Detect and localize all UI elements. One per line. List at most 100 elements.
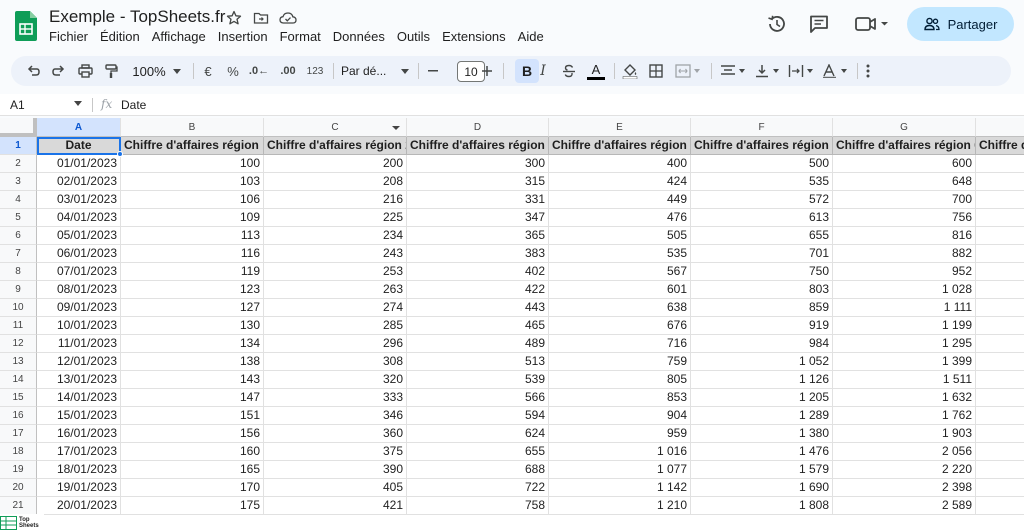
table-cell[interactable]: 952 [833,263,976,281]
table-cell[interactable]: 1 210 [549,497,691,515]
table-cell[interactable]: 505 [549,227,691,245]
column-header-e[interactable]: E [549,118,691,137]
table-cell[interactable]: 2 056 [833,443,976,461]
table-cell[interactable]: 1 289 [691,407,833,425]
table-cell[interactable]: 1 205 [691,389,833,407]
number-format-button[interactable]: 123 [304,56,326,86]
table-cell[interactable]: 16/01/2023 [37,425,121,443]
table-cell[interactable]: 1 579 [691,461,833,479]
table-cell[interactable]: 123 [121,281,264,299]
column-filter-dropdown-icon[interactable] [392,126,400,130]
table-cell[interactable]: 360 [264,425,407,443]
table-cell[interactable]: 143 [121,371,264,389]
table-cell[interactable]: 904 [549,407,691,425]
table-cell[interactable] [976,173,1024,191]
move-to-folder-icon[interactable] [251,8,271,28]
table-cell[interactable]: 676 [549,317,691,335]
table-header-cell[interactable]: Chiffre d'affaires région 6 [833,137,976,155]
name-box-dropdown-icon[interactable] [74,101,82,106]
comment-icon[interactable] [807,12,831,36]
table-cell[interactable] [976,155,1024,173]
table-cell[interactable]: 716 [549,335,691,353]
table-cell[interactable]: 134 [121,335,264,353]
table-cell[interactable]: 648 [833,173,976,191]
table-cell[interactable]: 151 [121,407,264,425]
row-header[interactable]: 16 [0,407,37,425]
table-header-cell[interactable]: Chiffre d'affaires région 2 [264,137,407,155]
table-cell[interactable]: 1 903 [833,425,976,443]
vertical-align-icon[interactable] [751,56,783,86]
row-header[interactable]: 7 [0,245,37,263]
more-options-icon[interactable] [861,56,875,86]
column-header-b[interactable]: B [121,118,264,137]
table-cell[interactable]: 109 [121,209,264,227]
table-header-cell[interactable]: Chiffre d'affaires région 1 [121,137,264,155]
table-cell[interactable]: 113 [121,227,264,245]
table-cell[interactable]: 701 [691,245,833,263]
table-cell[interactable]: 400 [549,155,691,173]
table-cell[interactable]: 02/01/2023 [37,173,121,191]
star-icon[interactable] [224,8,244,28]
table-cell[interactable]: 216 [264,191,407,209]
menu-extensions[interactable]: Extensions [436,29,512,45]
table-cell[interactable]: 18/01/2023 [37,461,121,479]
print-icon[interactable] [75,56,95,86]
font-family-select[interactable]: Par dé... [341,56,399,86]
row-header[interactable]: 1 [0,137,37,155]
table-cell[interactable]: 11/01/2023 [37,335,121,353]
table-cell[interactable]: 320 [264,371,407,389]
row-header[interactable]: 14 [0,371,37,389]
table-header-cell[interactable]: Date [37,137,121,155]
percent-format-button[interactable]: % [224,56,242,86]
table-cell[interactable]: 405 [264,479,407,497]
merge-cells-icon[interactable] [672,56,704,86]
row-header[interactable]: 19 [0,461,37,479]
table-cell[interactable] [976,209,1024,227]
menu-edition[interactable]: Édition [94,29,146,45]
table-cell[interactable] [976,443,1024,461]
table-cell[interactable]: 1 052 [691,353,833,371]
table-cell[interactable]: 285 [264,317,407,335]
table-cell[interactable]: 03/01/2023 [37,191,121,209]
table-header-cell[interactable]: Chiffre d [976,137,1024,155]
table-cell[interactable]: 859 [691,299,833,317]
row-header[interactable]: 15 [0,389,37,407]
text-color-button[interactable]: A [585,56,607,86]
table-cell[interactable]: 1 199 [833,317,976,335]
table-cell[interactable]: 208 [264,173,407,191]
select-all-corner[interactable] [0,118,37,137]
column-header-g[interactable]: G [833,118,976,137]
share-button[interactable]: Partager [907,7,1014,41]
table-cell[interactable]: 1 632 [833,389,976,407]
table-cell[interactable]: 1 077 [549,461,691,479]
table-cell[interactable]: 12/01/2023 [37,353,121,371]
selection-fill-handle[interactable] [117,151,123,157]
increase-decimal-button[interactable]: .00 [276,56,300,86]
table-cell[interactable]: 572 [691,191,833,209]
table-cell[interactable]: 566 [407,389,549,407]
table-cell[interactable]: 09/01/2023 [37,299,121,317]
increase-font-size-button[interactable] [479,56,495,86]
table-cell[interactable]: 1 126 [691,371,833,389]
table-cell[interactable]: 130 [121,317,264,335]
table-cell[interactable] [976,407,1024,425]
table-cell[interactable]: 1 511 [833,371,976,389]
name-box[interactable]: A1 [10,98,25,112]
table-cell[interactable]: 756 [833,209,976,227]
table-cell[interactable]: 2 220 [833,461,976,479]
table-cell[interactable]: 535 [691,173,833,191]
table-cell[interactable]: 424 [549,173,691,191]
table-cell[interactable]: 638 [549,299,691,317]
table-cell[interactable]: 601 [549,281,691,299]
table-cell[interactable]: 13/01/2023 [37,371,121,389]
table-cell[interactable]: 07/01/2023 [37,263,121,281]
table-cell[interactable]: 882 [833,245,976,263]
table-cell[interactable]: 01/01/2023 [37,155,121,173]
table-cell[interactable]: 1 016 [549,443,691,461]
table-cell[interactable]: 2 398 [833,479,976,497]
redo-icon[interactable] [49,56,69,86]
table-cell[interactable]: 165 [121,461,264,479]
table-cell[interactable]: 200 [264,155,407,173]
video-call-icon[interactable] [852,12,892,36]
menu-format[interactable]: Format [274,29,327,45]
